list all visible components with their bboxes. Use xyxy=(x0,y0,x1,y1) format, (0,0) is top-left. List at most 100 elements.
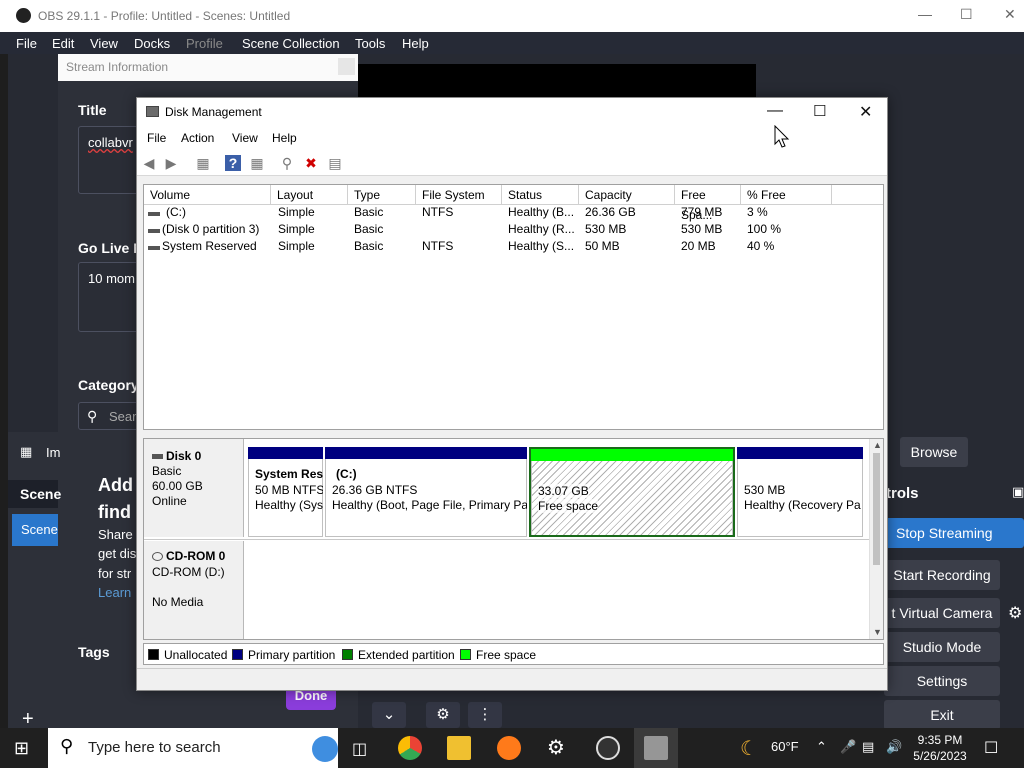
microphone-icon[interactable]: 🎤 xyxy=(840,739,856,755)
cell-volume: (C:) xyxy=(166,205,186,219)
weather-moon-icon: ☾ xyxy=(740,738,758,760)
network-icon[interactable]: ▤ xyxy=(862,739,874,755)
help-icon[interactable]: ? xyxy=(225,155,241,171)
obs-taskbar-icon[interactable] xyxy=(596,736,620,760)
close-icon[interactable]: ✕ xyxy=(1004,6,1016,23)
minimize-icon[interactable]: — xyxy=(918,6,932,22)
connect-drive-icon[interactable]: ⚲ xyxy=(279,155,295,171)
volume-icon[interactable]: 🔊 xyxy=(886,739,902,755)
maximize-icon[interactable]: ☐ xyxy=(960,6,973,23)
windows-start-icon[interactable]: ⊞ xyxy=(14,738,29,759)
forward-arrow-icon[interactable]: ▶ xyxy=(163,155,179,171)
browse-button[interactable]: Browse xyxy=(900,437,968,467)
col-status[interactable]: Status xyxy=(502,185,579,205)
col-percent-free[interactable]: % Free xyxy=(741,185,832,205)
settings-gear-icon[interactable]: ⚙ xyxy=(547,735,565,760)
search-icon: ⚲ xyxy=(87,408,98,424)
dm-minimize-icon[interactable]: — xyxy=(767,102,783,120)
partition-free-space[interactable]: 33.07 GB Free space xyxy=(529,447,735,537)
dm-close-icon[interactable]: ✕ xyxy=(859,102,872,122)
more-options-icon[interactable]: ⋮ xyxy=(468,702,502,728)
active-task-highlight xyxy=(634,728,678,768)
cell-type: Basic xyxy=(354,205,384,219)
image-source-label[interactable]: Im xyxy=(46,445,60,460)
cell-file-system: NTFS xyxy=(422,239,454,253)
chevron-down-icon[interactable]: ⌄ xyxy=(372,702,406,728)
image-source-icon: ▦ xyxy=(20,444,33,459)
firefox-icon[interactable] xyxy=(497,736,521,760)
scroll-up-icon[interactable]: ▲ xyxy=(873,440,882,450)
file-explorer-icon[interactable] xyxy=(447,736,471,760)
cell-free-space: 530 MB xyxy=(681,222,723,236)
col-spacer xyxy=(832,185,883,205)
cell-volume: System Reserved xyxy=(162,239,257,253)
col-free-space[interactable]: Free Spa... xyxy=(675,185,741,222)
scroll-down-icon[interactable]: ▼ xyxy=(873,627,882,637)
show-action-pane-icon[interactable]: ▦ xyxy=(249,155,265,171)
undock-icon[interactable]: ▣ xyxy=(1012,484,1024,500)
notifications-icon[interactable]: ☐ xyxy=(984,738,998,758)
scene-list-item[interactable]: Scene xyxy=(12,514,58,546)
menu-file[interactable]: File xyxy=(16,36,37,51)
studio-mode-button[interactable]: Studio Mode xyxy=(884,632,1000,662)
partition-c[interactable]: (C:) 26.36 GB NTFS Healthy (Boot, Page F… xyxy=(325,447,527,537)
disk0-status: Online xyxy=(152,494,187,508)
menu-edit[interactable]: Edit xyxy=(52,36,74,51)
menu-tools[interactable]: Tools xyxy=(355,36,385,51)
virtual-camera-settings-icon[interactable]: ⚙ xyxy=(1008,603,1022,623)
dm-statusbar xyxy=(137,668,887,690)
cell-status: Healthy (B... xyxy=(508,205,575,219)
menu-view[interactable]: View xyxy=(90,36,118,51)
col-layout[interactable]: Layout xyxy=(271,185,348,205)
back-arrow-icon[interactable]: ◀ xyxy=(141,155,157,171)
dm-menu-action[interactable]: Action xyxy=(181,131,214,145)
stop-streaming-button[interactable]: Stop Streaming xyxy=(884,518,1024,548)
tray-chevron-up-icon[interactable]: ⌃ xyxy=(816,739,827,755)
category-label: Category xyxy=(78,377,139,393)
graph-scrollbar[interactable]: ▲ ▼ xyxy=(869,439,883,639)
partition-system-reserved[interactable]: System Res 50 MB NTFS Healthy (Sys xyxy=(248,447,323,537)
controls-title: trols xyxy=(886,485,919,502)
menu-help[interactable]: Help xyxy=(402,36,429,51)
col-capacity[interactable]: Capacity xyxy=(579,185,675,205)
obs-menubar: File Edit View Docks Profile Scene Colle… xyxy=(0,32,1024,54)
cdrom0-label[interactable]: CD-ROM 0 CD-ROM (D:) No Media xyxy=(144,541,244,639)
menu-scene-collection[interactable]: Scene Collection xyxy=(242,36,340,51)
col-volume[interactable]: Volume xyxy=(144,185,271,205)
properties-icon[interactable]: ▤ xyxy=(327,155,343,171)
col-file-system[interactable]: File System xyxy=(416,185,502,205)
cell-free-space: 779 MB xyxy=(681,205,723,219)
settings-button[interactable]: Settings xyxy=(884,666,1000,696)
chrome-icon[interactable] xyxy=(398,736,422,760)
dm-menu-view[interactable]: View xyxy=(232,131,258,145)
share-text-1: Share xyxy=(98,527,133,542)
obs-left-edge xyxy=(0,54,8,728)
disk0-label[interactable]: Disk 0 Basic 60.00 GB Online xyxy=(144,439,244,537)
menu-docks[interactable]: Docks xyxy=(134,36,170,51)
task-view-icon[interactable]: ◫ xyxy=(352,739,367,759)
dm-maximize-icon[interactable]: ☐ xyxy=(813,102,826,120)
start-recording-button[interactable]: Start Recording xyxy=(884,560,1000,590)
dm-toolbar: ◀ ▶ ▦ ? ▦ ⚲ ✖ ▤ xyxy=(137,150,887,176)
dm-menu-file[interactable]: File xyxy=(147,131,166,145)
scrollbar-thumb[interactable] xyxy=(873,453,880,565)
learn-more-link[interactable]: Learn xyxy=(98,585,131,600)
filters-gear-icon[interactable]: ⚙ xyxy=(426,702,460,728)
stream-info-header: Stream Information xyxy=(58,54,358,81)
partition-status: Healthy (Recovery Pa xyxy=(744,498,861,512)
virtual-camera-button[interactable]: t Virtual Camera xyxy=(884,598,1000,628)
exit-button[interactable]: Exit xyxy=(884,700,1000,730)
partition-recovery[interactable]: 530 MB Healthy (Recovery Pa xyxy=(737,447,863,537)
show-hide-console-tree-icon[interactable]: ▦ xyxy=(195,155,211,171)
delete-icon[interactable]: ✖ xyxy=(303,155,319,171)
col-type[interactable]: Type xyxy=(348,185,416,205)
legend: Unallocated Primary partition Extended p… xyxy=(143,643,884,665)
dm-menu-help[interactable]: Help xyxy=(272,131,297,145)
menu-profile[interactable]: Profile xyxy=(186,36,223,51)
cell-capacity: 50 MB xyxy=(585,239,620,253)
weather-temp[interactable]: 60°F xyxy=(771,739,799,754)
add-source-heading-2: find xyxy=(98,502,131,522)
taskbar-search-box[interactable]: ⚲ Type here to search xyxy=(48,728,338,768)
taskbar-clock[interactable]: 9:35 PM 5/26/2023 xyxy=(908,732,972,764)
stream-info-close-button[interactable] xyxy=(338,58,355,75)
